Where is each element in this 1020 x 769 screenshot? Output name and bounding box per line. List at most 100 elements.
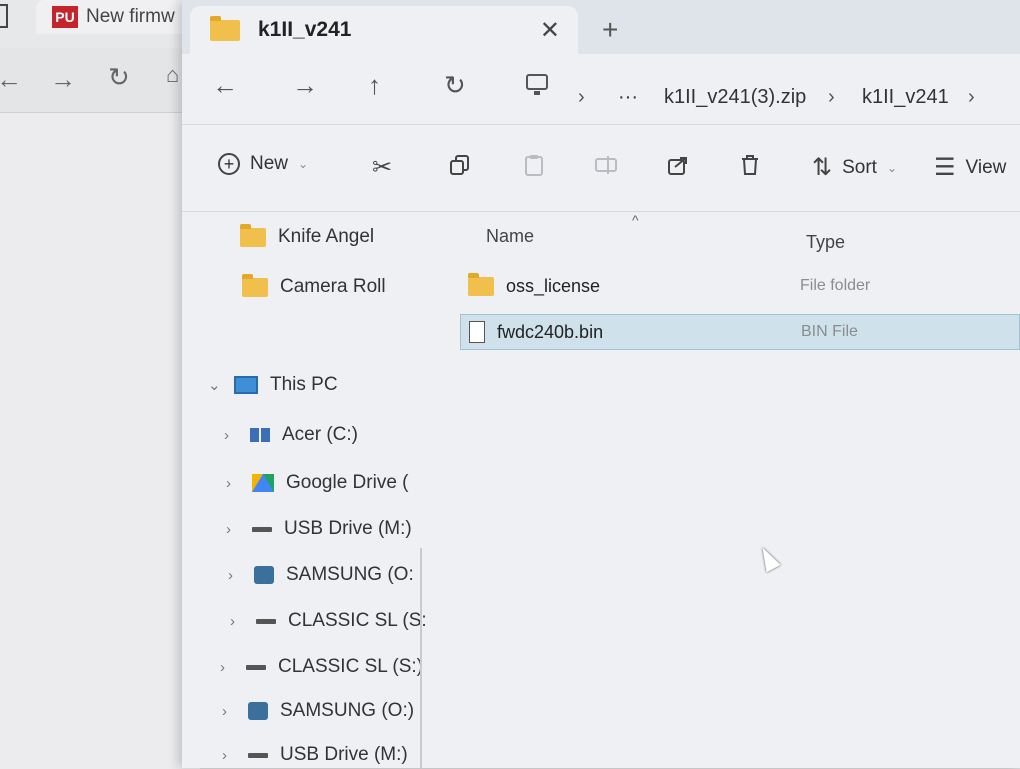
file-icon: [469, 321, 485, 343]
tab-title: k1II_v241: [258, 18, 352, 41]
nav-item-label: Google Drive (: [286, 472, 409, 493]
nav-item-label: USB Drive (M:): [280, 744, 408, 765]
trash-icon: [738, 153, 762, 184]
clipboard-icon: [522, 153, 546, 184]
nav-item-drive[interactable]: › Google Drive (: [226, 472, 409, 494]
nav-item-drive[interactable]: › Acer (C:): [224, 424, 358, 446]
usb-drive-icon: [248, 752, 268, 758]
browser-tab-bar: PU New firmw: [0, 0, 206, 48]
usb-drive-icon: [252, 526, 272, 532]
nav-item-label: Knife Angel: [278, 226, 375, 247]
nav-item-this-pc[interactable]: ⌄ This PC: [208, 374, 338, 396]
command-bar: + New ⌄ ✂ ⇅ Sort ⌄ ☰ View: [182, 124, 1020, 212]
chevron-down-icon: ⌄: [298, 157, 309, 171]
nav-item-drive[interactable]: › CLASSIC SL (S:: [230, 610, 427, 632]
drive-icon: [256, 618, 276, 624]
nav-item-label: SAMSUNG (O:): [280, 700, 415, 721]
new-label: New: [250, 153, 289, 174]
column-header-type[interactable]: Type: [806, 232, 845, 253]
chevron-down-icon[interactable]: ⌄: [208, 376, 222, 394]
cut-button[interactable]: ✂: [372, 153, 392, 182]
chevron-down-icon: ⌄: [886, 160, 898, 175]
up-button[interactable]: ↑: [368, 70, 381, 100]
sort-label: Sort: [842, 156, 877, 178]
chevron-right-icon[interactable]: ›: [220, 659, 234, 676]
view-lines-icon: ☰: [934, 154, 956, 181]
share-icon: [666, 153, 690, 184]
view-button[interactable]: ☰ View: [934, 153, 1006, 182]
nav-item-camera-roll[interactable]: Camera Roll: [242, 273, 386, 298]
chevron-right-icon[interactable]: ›: [230, 613, 244, 630]
sort-up-icon: ^: [632, 212, 639, 228]
file-type: BIN File: [801, 323, 858, 340]
close-icon[interactable]: ✕: [540, 16, 560, 45]
browser-tab-edge: [0, 4, 8, 28]
copy-icon: [448, 153, 472, 184]
delete-button[interactable]: [738, 153, 762, 184]
chevron-right-icon[interactable]: ›: [224, 427, 238, 444]
refresh-button[interactable]: ↻: [444, 70, 466, 100]
site-logo-icon: PU: [52, 6, 78, 28]
chevron-right-icon[interactable]: ›: [222, 703, 236, 720]
new-tab-button[interactable]: +: [602, 16, 618, 44]
arrow-right-icon[interactable]: →: [50, 64, 76, 95]
explorer-tab[interactable]: k1II_v241 ✕: [190, 6, 578, 54]
browser-tab[interactable]: PU New firmw: [36, 0, 206, 34]
arrow-left-icon[interactable]: ←: [0, 64, 22, 95]
windows-drive-icon: [250, 428, 270, 442]
nav-item-drive[interactable]: › SAMSUNG (O:): [222, 700, 414, 722]
nav-item-drive[interactable]: › USB Drive (M:): [226, 518, 412, 540]
home-icon[interactable]: ⌂: [166, 62, 179, 88]
nav-item-drive[interactable]: › CLASSIC SL (S:): [220, 656, 423, 678]
file-type: File folder: [800, 277, 871, 294]
more-locations-button[interactable]: ···: [618, 86, 638, 109]
file-row[interactable]: fwdc240b.bin BIN File: [460, 314, 1020, 350]
rename-button[interactable]: [594, 153, 618, 184]
nav-item-label: SAMSUNG (O:: [286, 564, 414, 585]
breadcrumb-zip[interactable]: k1II_v241(3).zip: [664, 86, 806, 109]
nav-item-drive[interactable]: › USB Drive (M:): [222, 744, 408, 766]
file-name: oss_license: [506, 275, 601, 296]
nav-item-knife-angel[interactable]: Knife Angel: [240, 223, 375, 248]
file-row[interactable]: oss_license File folder: [460, 268, 1020, 304]
scissors-icon: ✂: [372, 154, 393, 181]
sort-button[interactable]: ⇅ Sort ⌄: [812, 153, 897, 182]
chevron-right-icon[interactable]: ›: [226, 475, 240, 492]
column-header-name[interactable]: Name: [486, 226, 534, 247]
browser-tab-title: New firmw: [86, 6, 175, 27]
drive-icon: [246, 664, 266, 670]
nav-item-drive[interactable]: › SAMSUNG (O:: [228, 564, 414, 586]
computer-icon: [234, 376, 258, 394]
file-list: ^ Name Type oss_license File folder fwdc…: [442, 212, 1020, 768]
paste-button[interactable]: [522, 153, 546, 184]
chevron-right-icon[interactable]: ›: [228, 567, 242, 584]
forward-button[interactable]: →: [292, 70, 318, 100]
chevron-right-icon: ›: [828, 86, 835, 108]
plus-circle-icon: +: [218, 153, 240, 175]
nav-item-label: CLASSIC SL (S:: [288, 610, 427, 631]
breadcrumb-folder[interactable]: k1II_v241: [862, 86, 949, 109]
chevron-right-icon[interactable]: ›: [222, 747, 236, 764]
nav-item-label: CLASSIC SL (S:): [278, 656, 424, 677]
folder-icon: [240, 223, 266, 247]
nav-item-label: Acer (C:): [282, 424, 358, 445]
nav-item-label: This PC: [270, 374, 338, 395]
copy-button[interactable]: [448, 153, 472, 184]
sort-icon: ⇅: [812, 154, 833, 181]
back-button[interactable]: ←: [212, 70, 238, 100]
rename-icon: [594, 153, 618, 184]
chevron-right-icon: ›: [968, 86, 975, 108]
browser-nav-bar: ← → ↻ ⌂: [0, 56, 200, 106]
browser-content: [0, 112, 200, 769]
monitor-icon[interactable]: [524, 72, 550, 104]
navigation-pane: Knife Angel Camera Roll ⌄ This PC › Acer…: [182, 212, 427, 768]
file-name: fwdc240b.bin: [497, 321, 604, 342]
pane-divider[interactable]: [420, 548, 422, 768]
nav-item-label: Camera Roll: [280, 276, 386, 297]
samsung-drive-icon: [248, 702, 268, 720]
new-button[interactable]: + New ⌄: [218, 153, 308, 175]
refresh-icon[interactable]: ↻: [108, 62, 130, 93]
share-button[interactable]: [666, 153, 690, 184]
chevron-right-icon[interactable]: ›: [226, 521, 240, 538]
navigation-bar: ← → ↑ ↻ › ··· k1II_v241(3).zip › k1II_v2…: [182, 56, 1020, 118]
